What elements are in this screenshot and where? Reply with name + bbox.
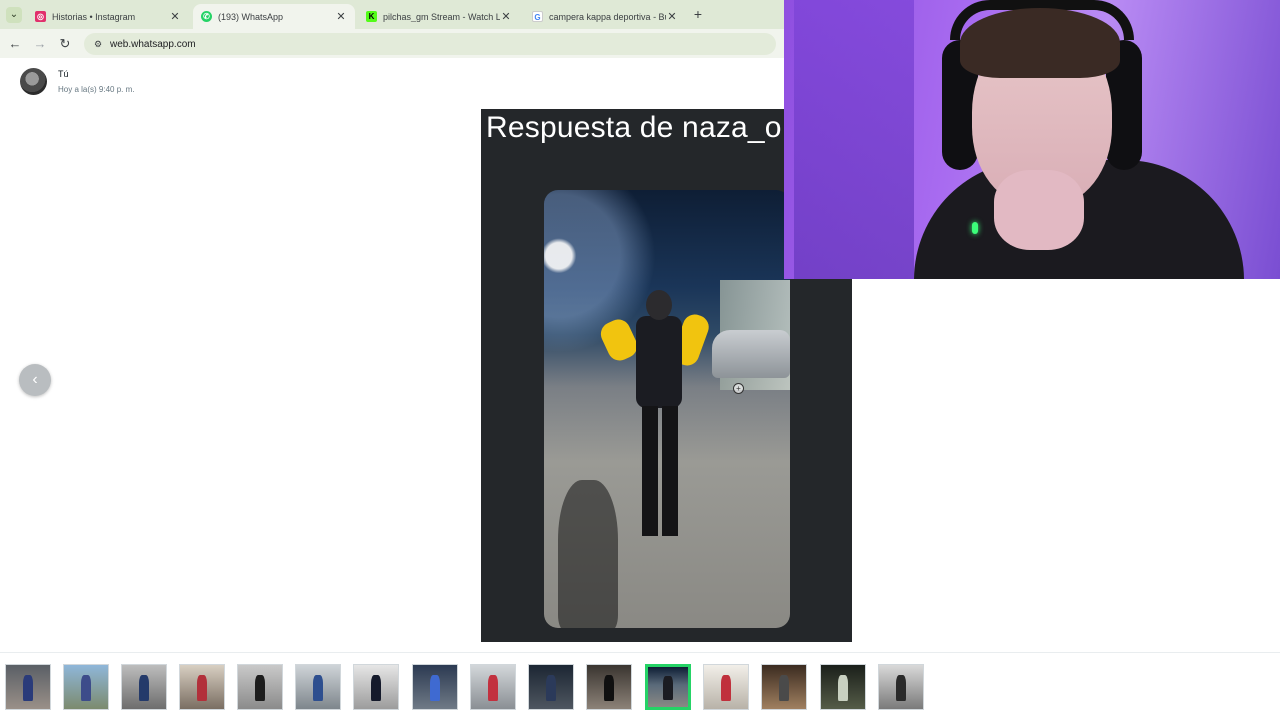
url-text: web.whatsapp.com xyxy=(110,38,196,50)
reload-icon[interactable]: ↻ xyxy=(57,36,73,52)
tab-google-search[interactable]: G campera kappa deportiva - Bus ✕ xyxy=(524,4,686,29)
thumbnail[interactable] xyxy=(703,664,749,710)
background-door xyxy=(794,0,914,279)
thumbnail[interactable] xyxy=(586,664,632,710)
kick-icon: K xyxy=(366,11,377,22)
thumbnail[interactable] xyxy=(295,664,341,710)
thumbnail[interactable] xyxy=(878,664,924,710)
close-icon[interactable]: ✕ xyxy=(169,10,181,23)
status-viewer-header xyxy=(0,58,784,102)
avatar[interactable] xyxy=(20,68,47,95)
webcam-overlay xyxy=(784,0,1280,279)
chevron-left-icon: ‹ xyxy=(32,371,38,388)
address-bar[interactable]: ⚙ web.whatsapp.com xyxy=(84,33,776,55)
thumbnail[interactable] xyxy=(470,664,516,710)
person-figure xyxy=(596,290,713,550)
streamer-hair xyxy=(960,8,1120,78)
thumbnail[interactable] xyxy=(237,664,283,710)
tab-title: campera kappa deportiva - Bus xyxy=(549,11,666,22)
tab-search-chevron-icon[interactable]: ⌄ xyxy=(6,7,22,23)
tab-title: (193) WhatsApp xyxy=(218,11,284,22)
photographer-shadow xyxy=(558,480,618,628)
browser-toolbar: ← → ↻ ⚙ web.whatsapp.com xyxy=(0,29,784,58)
tab-whatsapp[interactable]: ✆ (193) WhatsApp ✕ xyxy=(193,4,355,29)
thumbnail-selected[interactable] xyxy=(645,664,691,710)
media-caption: Respuesta de naza_o xyxy=(486,111,782,144)
forward-arrow-icon[interactable]: → xyxy=(32,36,48,52)
whatsapp-icon: ✆ xyxy=(201,11,212,22)
browser-tab-strip: ⌄ ◎ Historias • Instagram ✕ ✆ (193) What… xyxy=(0,0,784,29)
tab-title: Historias • Instagram xyxy=(52,11,136,22)
previous-button[interactable]: ‹ xyxy=(19,364,51,396)
tab-kick-stream[interactable]: K pilchas_gm Stream - Watch Live ✕ xyxy=(358,4,520,29)
instagram-icon: ◎ xyxy=(35,11,46,22)
thumbnail[interactable] xyxy=(412,664,458,710)
tab-title: pilchas_gm Stream - Watch Live xyxy=(383,11,500,22)
jacket xyxy=(636,316,682,408)
close-icon[interactable]: ✕ xyxy=(666,10,678,23)
thumbnail[interactable] xyxy=(5,664,51,710)
thumbnail[interactable] xyxy=(179,664,225,710)
head xyxy=(646,290,672,320)
streamer-hand xyxy=(994,170,1084,250)
headphone-led xyxy=(972,222,978,234)
thumbnail[interactable] xyxy=(353,664,399,710)
google-icon: G xyxy=(532,11,543,22)
parked-car xyxy=(712,330,790,378)
site-info-icon[interactable]: ⚙ xyxy=(92,38,104,50)
status-photo xyxy=(544,190,790,628)
status-timestamp: Hoy a la(s) 9:40 p. m. xyxy=(58,85,135,94)
close-icon[interactable]: ✕ xyxy=(335,10,347,23)
close-icon[interactable]: ✕ xyxy=(500,10,512,23)
new-tab-plus-icon[interactable]: + xyxy=(691,7,705,21)
back-arrow-icon[interactable]: ← xyxy=(7,36,23,52)
yellow-sleeve-left xyxy=(596,315,642,365)
zoom-in-cursor-icon: + xyxy=(733,383,744,394)
thumbnail[interactable] xyxy=(761,664,807,710)
thumbnail[interactable] xyxy=(820,664,866,710)
thumbnail[interactable] xyxy=(528,664,574,710)
legs xyxy=(642,406,678,536)
sender-name: Tú xyxy=(58,69,69,79)
thumbnail[interactable] xyxy=(121,664,167,710)
thumbnail[interactable] xyxy=(63,664,109,710)
status-thumbnail-strip xyxy=(0,652,1280,721)
tab-instagram[interactable]: ◎ Historias • Instagram ✕ xyxy=(27,4,189,29)
